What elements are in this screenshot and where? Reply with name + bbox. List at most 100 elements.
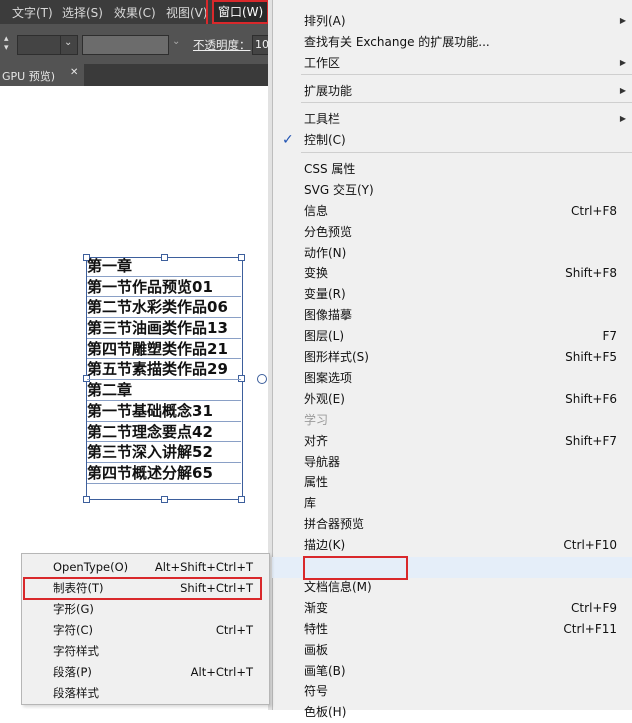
window-menu-item[interactable]: 查找有关 Exchange 的扩展功能... bbox=[273, 32, 632, 53]
window-menu: 排列(A) ▶ 查找有关 Exchange 的扩展功能... 工作区 ▶ 扩展功能 ▶ 工具栏… bbox=[272, 0, 632, 719]
menu-item-label: 变换 bbox=[304, 266, 329, 280]
window-menu-item[interactable]: 描边(K) Ctrl+F10 bbox=[273, 535, 632, 556]
window-menu-item[interactable]: 文档信息(M) bbox=[273, 577, 632, 598]
text-out-port[interactable] bbox=[257, 374, 267, 384]
menu-item-label: 排列(A) bbox=[304, 14, 346, 28]
text-frame-content[interactable]: 第一章 第一节作品预览01 第二节水彩类作品06 第三节油画类作品13 第四节雕… bbox=[87, 256, 241, 484]
menu-window[interactable]: 窗口(W) bbox=[212, 0, 270, 24]
window-menu-item[interactable]: 特性 Ctrl+F11 bbox=[273, 619, 632, 640]
tabs-item-highlight-box bbox=[23, 577, 262, 600]
menu-item-label: 色板(H) bbox=[304, 705, 347, 719]
window-menu-item[interactable]: 对齐 Shift+F7 bbox=[273, 431, 632, 452]
text-line: 第二节水彩类作品06 bbox=[87, 297, 241, 319]
selection-handle[interactable] bbox=[238, 496, 245, 503]
menu-item-label: OpenType(O) bbox=[53, 560, 129, 574]
selection-handle[interactable] bbox=[83, 496, 90, 503]
window-menu-item[interactable]: 信息 Ctrl+F8 bbox=[273, 201, 632, 222]
menu-item-shortcut: Shift+F7 bbox=[565, 434, 617, 448]
menu-item-shortcut: Ctrl+F9 bbox=[571, 601, 617, 615]
menu-select[interactable]: 选择(S) bbox=[62, 4, 103, 21]
window-menu-item[interactable]: 变换 Shift+F8 bbox=[273, 263, 632, 284]
document-tab-label: GPU 预览) bbox=[2, 70, 55, 83]
window-menu-item[interactable]: 拼合器预览 bbox=[273, 514, 632, 535]
close-icon[interactable]: ✕ bbox=[70, 67, 78, 78]
text-submenu-item[interactable]: 字符(C) Ctrl+T bbox=[22, 620, 269, 641]
brush-definition-field[interactable] bbox=[82, 35, 169, 55]
window-menu-item[interactable]: 动作(N) bbox=[273, 243, 632, 264]
menu-item-shortcut: Shift+F6 bbox=[565, 392, 617, 406]
text-submenu-item[interactable]: 段落样式 bbox=[22, 683, 269, 704]
menu-item-shortcut: Shift+F8 bbox=[565, 266, 617, 280]
submenu-arrow-icon: ▶ bbox=[619, 58, 626, 67]
window-menu-item[interactable]: 属性 bbox=[273, 472, 632, 493]
window-menu-item[interactable]: 符号 bbox=[273, 681, 632, 702]
menu-item-label: 符号 bbox=[304, 684, 329, 698]
text-line: 第一章 bbox=[87, 256, 241, 277]
menu-item-shortcut: Shift+F5 bbox=[565, 350, 617, 364]
window-menu-item[interactable]: 色板(H) bbox=[273, 702, 632, 723]
menu-item-label: 工具栏 bbox=[304, 112, 341, 126]
menu-text[interactable]: 文字(T) bbox=[12, 4, 53, 21]
document-tab-bar: GPU 预览) ✕ bbox=[0, 64, 272, 86]
menu-item-label: 图案选项 bbox=[304, 371, 353, 385]
text-submenu-item[interactable]: 段落(P) Alt+Ctrl+T bbox=[22, 662, 269, 683]
menu-item-shortcut: Ctrl+F10 bbox=[563, 538, 617, 552]
text-line: 第一节基础概念31 bbox=[87, 401, 241, 422]
menu-item-label: 对齐 bbox=[304, 434, 329, 448]
menu-item-label: 段落样式 bbox=[53, 686, 99, 700]
window-menu-item[interactable]: 分色预览 bbox=[273, 222, 632, 243]
window-menu-item[interactable]: 图层(L) F7 bbox=[273, 326, 632, 347]
window-menu-item[interactable]: 画板 bbox=[273, 640, 632, 661]
window-menu-item: 学习 bbox=[273, 410, 632, 431]
text-menu-highlight-box bbox=[303, 556, 408, 580]
text-line: 第二章 bbox=[87, 380, 241, 401]
text-submenu-item[interactable]: 字形(G) bbox=[22, 599, 269, 620]
menu-item-label: 扩展功能 bbox=[304, 84, 353, 98]
window-menu-item[interactable]: 图形样式(S) Shift+F5 bbox=[273, 347, 632, 368]
text-submenu-item[interactable]: 字符样式 bbox=[22, 641, 269, 662]
menu-item-label: 动作(N) bbox=[304, 246, 347, 260]
menu-item-label: 分色预览 bbox=[304, 225, 353, 239]
menu-item-label: 画笔(B) bbox=[304, 664, 346, 678]
menu-view[interactable]: 视图(V) bbox=[166, 4, 208, 21]
submenu-arrow-icon: ▶ bbox=[619, 86, 626, 95]
menu-item-label: 查找有关 Exchange 的扩展功能... bbox=[304, 35, 490, 49]
window-menu-item[interactable]: 工作区 ▶ bbox=[273, 53, 632, 74]
text-line: 第四节概述分解65 bbox=[87, 463, 241, 484]
menu-effect[interactable]: 效果(C) bbox=[114, 4, 156, 21]
menu-item-label: 信息 bbox=[304, 204, 329, 218]
menu-item-label: 描边(K) bbox=[304, 538, 346, 552]
menu-item-label: 画板 bbox=[304, 643, 329, 657]
control-bar: ▴ ▾ ⌄ ⌄ 不透明度： 100 bbox=[0, 24, 274, 64]
window-menu-item[interactable]: 扩展功能 ▶ bbox=[273, 81, 632, 102]
text-line: 第三节油画类作品13 bbox=[87, 318, 241, 339]
opacity-label[interactable]: 不透明度： bbox=[193, 37, 251, 53]
window-menu-item[interactable]: 导航器 bbox=[273, 452, 632, 473]
window-menu-item[interactable]: 排列(A) ▶ bbox=[273, 11, 632, 32]
text-submenu-item[interactable]: OpenType(O) Alt+Shift+Ctrl+T bbox=[22, 557, 269, 578]
window-menu-item[interactable]: 图像描摹 bbox=[273, 305, 632, 326]
menu-item-label: 库 bbox=[304, 496, 317, 510]
text-line: 第四节雕塑类作品21 bbox=[87, 339, 241, 360]
window-menu-item[interactable]: SVG 交互(Y) bbox=[273, 180, 632, 201]
document-tab[interactable]: GPU 预览) ✕ bbox=[0, 64, 84, 86]
menu-bar: 文字(T) 选择(S) 效果(C) 视图(V) 窗口(W) bbox=[0, 0, 272, 24]
window-menu-item[interactable]: ✓ 控制(C) bbox=[273, 130, 632, 151]
window-menu-item[interactable]: 外观(E) Shift+F6 bbox=[273, 389, 632, 410]
window-menu-item[interactable]: 变量(R) bbox=[273, 284, 632, 305]
stroke-stepper-icon[interactable]: ▴ ▾ bbox=[4, 35, 9, 53]
window-menu-item[interactable]: 工具栏 ▶ bbox=[273, 109, 632, 130]
window-menu-item[interactable]: 渐变 Ctrl+F9 bbox=[273, 598, 632, 619]
window-menu-item[interactable]: 库 bbox=[273, 493, 632, 514]
menu-item-shortcut: Alt+Ctrl+T bbox=[190, 665, 253, 679]
stroke-weight-dropdown[interactable]: ⌄ bbox=[60, 35, 78, 55]
chevron-down-icon[interactable]: ⌄ bbox=[172, 36, 180, 47]
selection-handle[interactable] bbox=[161, 496, 168, 503]
menu-item-label: CSS 属性 bbox=[304, 162, 356, 176]
chevron-down-icon: ⌄ bbox=[64, 37, 73, 48]
window-menu-item[interactable]: 画笔(B) bbox=[273, 661, 632, 682]
window-menu-item[interactable]: CSS 属性 bbox=[273, 159, 632, 180]
stroke-weight-field[interactable] bbox=[17, 35, 61, 55]
window-menu-item[interactable]: 图案选项 bbox=[273, 368, 632, 389]
menu-item-label: 外观(E) bbox=[304, 392, 345, 406]
